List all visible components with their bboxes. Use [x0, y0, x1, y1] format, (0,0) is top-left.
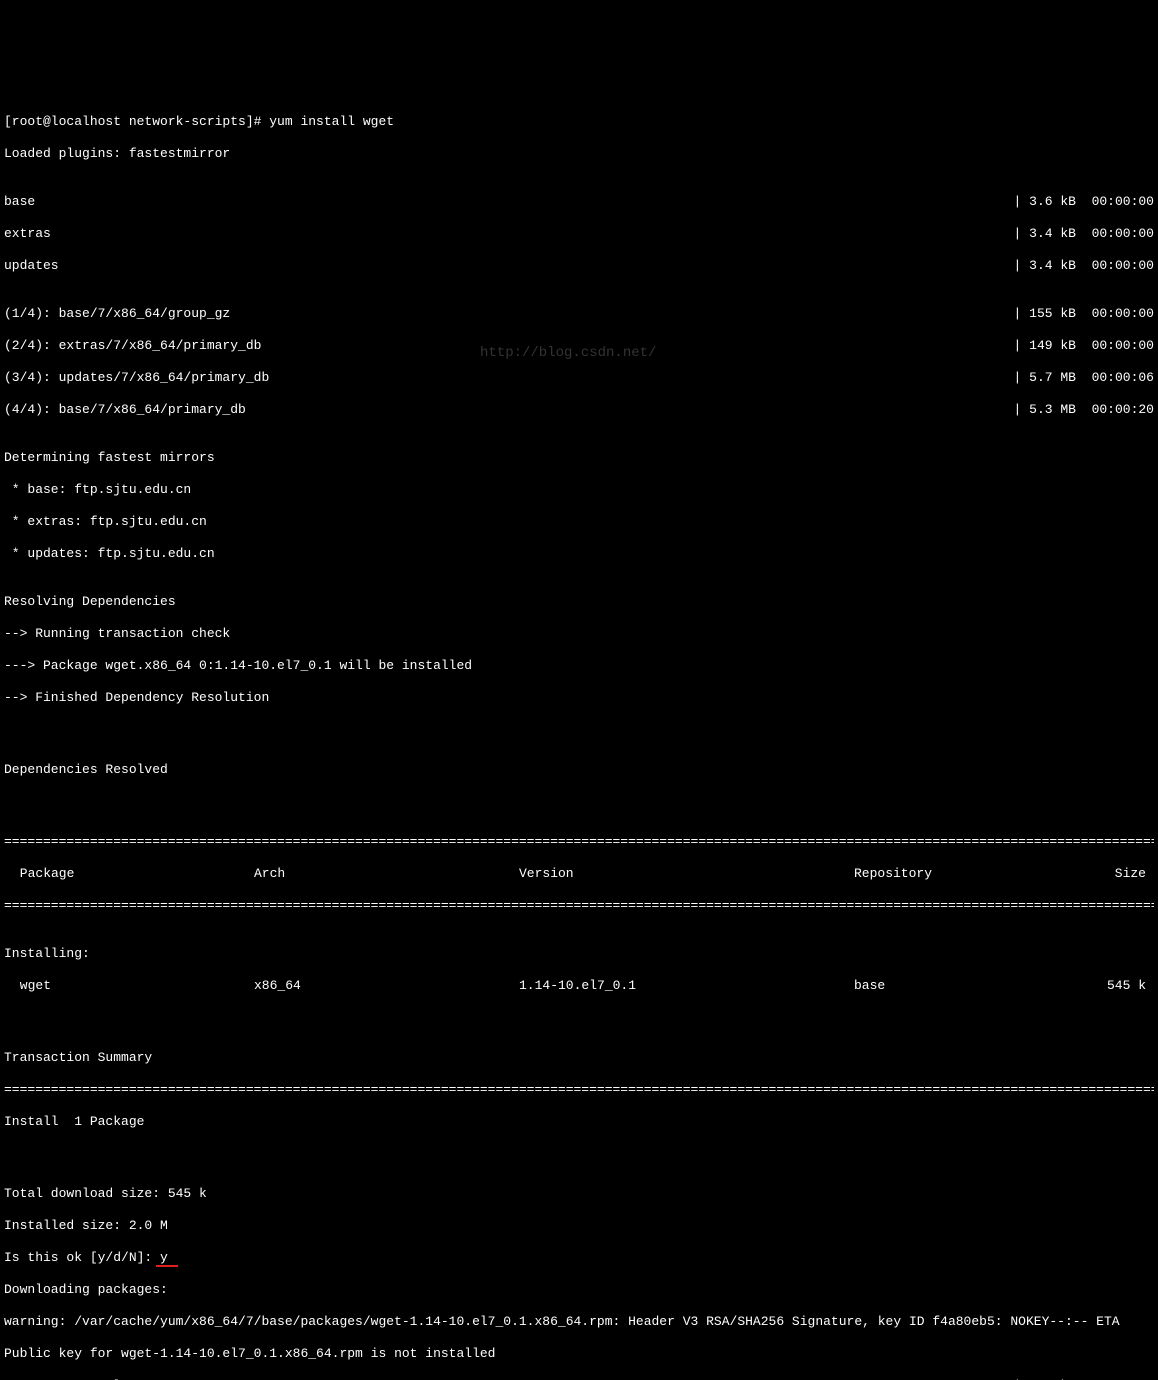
download-stats: | 5.3 MB 00:00:20 — [246, 402, 1154, 418]
repo-line: updates| 3.4 kB 00:00:00 — [4, 258, 1154, 274]
install-count: Install 1 Package — [4, 1114, 1154, 1130]
download-stats: | 149 kB 00:00:00 — [261, 338, 1154, 354]
mirror-line: * extras: ftp.sjtu.edu.cn — [4, 514, 1154, 530]
rpm-stats: | 545 kB 00:00:00 — [246, 1378, 1154, 1380]
mirror-line: * updates: ftp.sjtu.edu.cn — [4, 546, 1154, 562]
user-input[interactable]: y — [160, 1250, 168, 1265]
download-stats: | 155 kB 00:00:00 — [230, 306, 1154, 322]
download-line: (1/4): base/7/x86_64/group_gz| 155 kB 00… — [4, 306, 1154, 322]
download-label: (1/4): base/7/x86_64/group_gz — [4, 306, 230, 322]
terminal-output: [root@localhost network-scripts]# yum in… — [4, 98, 1154, 1380]
total-download: Total download size: 545 k — [4, 1186, 1154, 1202]
rpm-name: wget-1.14-10.el7_0.1.x86_64.rpm — [4, 1378, 246, 1380]
col-arch: Arch — [254, 866, 519, 882]
divider: ========================================… — [4, 898, 1154, 914]
download-line: (3/4): updates/7/x86_64/primary_db| 5.7 … — [4, 370, 1154, 386]
repo-name: extras — [4, 226, 51, 242]
finished-dep: --> Finished Dependency Resolution — [4, 690, 1154, 706]
repo-name: updates — [4, 258, 59, 274]
pkg-arch: x86_64 — [254, 978, 519, 994]
pkg-name: wget — [4, 978, 254, 994]
repo-stats: | 3.4 kB 00:00:00 — [59, 258, 1154, 274]
pubkey-line: Public key for wget-1.14-10.el7_0.1.x86_… — [4, 1346, 1154, 1362]
repo-line: extras| 3.4 kB 00:00:00 — [4, 226, 1154, 242]
col-version: Version — [519, 866, 854, 882]
installing-label: Installing: — [4, 946, 1154, 962]
highlight-underline-icon — [156, 1265, 178, 1267]
mirror-line: * base: ftp.sjtu.edu.cn — [4, 482, 1154, 498]
deps-resolved: Dependencies Resolved — [4, 762, 1154, 778]
download-line: (4/4): base/7/x86_64/primary_db| 5.3 MB … — [4, 402, 1154, 418]
plugins-line: Loaded plugins: fastestmirror — [4, 146, 1154, 162]
resolving-deps: Resolving Dependencies — [4, 594, 1154, 610]
divider: ========================================… — [4, 834, 1154, 850]
confirm-prompt[interactable]: Is this ok [y/d/N]: y — [4, 1250, 1154, 1266]
rpm-download-line: wget-1.14-10.el7_0.1.x86_64.rpm| 545 kB … — [4, 1378, 1154, 1380]
install-row: wget x86_64 1.14-10.el7_0.1 base 545 k — [4, 978, 1154, 994]
repo-stats: | 3.4 kB 00:00:00 — [51, 226, 1154, 242]
pkg-size: 545 k — [1084, 978, 1154, 994]
downloading-packages: Downloading packages: — [4, 1282, 1154, 1298]
divider: ========================================… — [4, 1082, 1154, 1098]
download-label: (2/4): extras/7/x86_64/primary_db — [4, 338, 261, 354]
pkg-repo: base — [854, 978, 1084, 994]
col-size: Size — [1084, 866, 1154, 882]
mirror-header: Determining fastest mirrors — [4, 450, 1154, 466]
shell-prompt-line: [root@localhost network-scripts]# yum in… — [4, 114, 1154, 130]
table-header-row: Package Arch Version Repository Size — [4, 866, 1154, 882]
pkg-install-line: ---> Package wget.x86_64 0:1.14-10.el7_0… — [4, 658, 1154, 674]
repo-name: base — [4, 194, 35, 210]
trans-summary: Transaction Summary — [4, 1050, 1154, 1066]
col-repository: Repository — [854, 866, 1084, 882]
repo-stats: | 3.6 kB 00:00:00 — [35, 194, 1154, 210]
download-label: (3/4): updates/7/x86_64/primary_db — [4, 370, 269, 386]
repo-line: base| 3.6 kB 00:00:00 — [4, 194, 1154, 210]
download-line: (2/4): extras/7/x86_64/primary_db| 149 k… — [4, 338, 1154, 354]
trans-check: --> Running transaction check — [4, 626, 1154, 642]
col-package: Package — [4, 866, 254, 882]
warning-line: warning: /var/cache/yum/x86_64/7/base/pa… — [4, 1314, 1154, 1330]
download-stats: | 5.7 MB 00:00:06 — [269, 370, 1154, 386]
pkg-version: 1.14-10.el7_0.1 — [519, 978, 854, 994]
installed-size: Installed size: 2.0 M — [4, 1218, 1154, 1234]
download-label: (4/4): base/7/x86_64/primary_db — [4, 402, 246, 418]
